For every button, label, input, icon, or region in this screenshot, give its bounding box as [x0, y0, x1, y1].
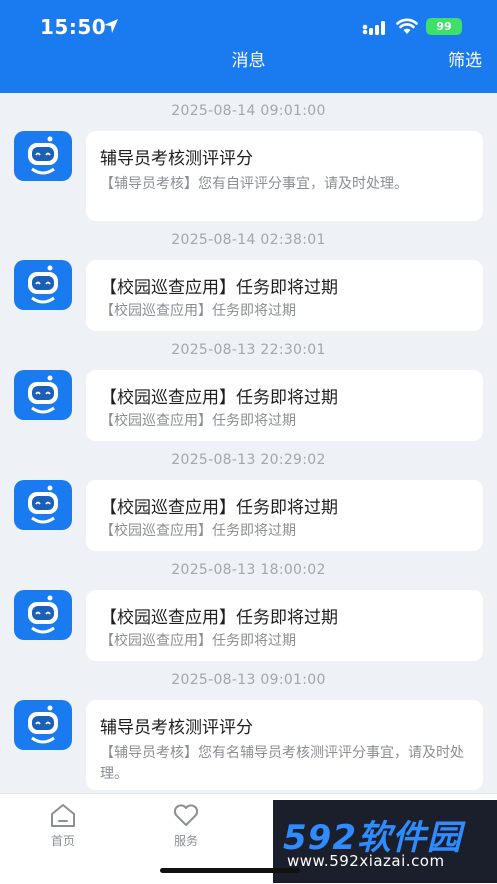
wifi-icon	[396, 18, 418, 34]
robot-avatar-icon	[14, 260, 72, 310]
message-body: 【校园巡查应用】任务即将过期	[100, 523, 296, 539]
battery-level: 99	[436, 20, 452, 33]
message-title: 【校园巡查应用】任务即将过期	[100, 388, 338, 408]
home-indicator	[160, 868, 300, 873]
message-time: 2025-08-14 09:01:00	[171, 103, 326, 119]
tab-label: 服务	[173, 834, 198, 848]
battery-indicator: 99	[426, 18, 462, 35]
message-card[interactable]: 辅导员考核测评评分 【辅导员考核】您有自评评分事宜，请及时处理。	[86, 131, 483, 221]
message-time: 2025-08-13 09:01:00	[171, 672, 326, 688]
robot-avatar-icon	[14, 370, 72, 420]
message-title: 辅导员考核测评评分	[100, 149, 253, 169]
message-card[interactable]: 【校园巡查应用】任务即将过期 【校园巡查应用】任务即将过期	[86, 590, 483, 661]
message-time: 2025-08-13 20:29:02	[171, 452, 326, 468]
page-title: 消息	[231, 51, 266, 71]
message-body: 【辅导员考核】您有自评评分事宜，请及时处理。	[100, 176, 408, 192]
filter-button[interactable]: 筛选	[448, 46, 482, 71]
message-card[interactable]: 【校园巡查应用】任务即将过期 【校园巡查应用】任务即将过期	[86, 370, 483, 441]
robot-avatar-icon	[14, 700, 72, 750]
robot-avatar-icon	[14, 480, 72, 530]
tab-service[interactable]: 服务	[156, 794, 216, 849]
watermark-logo: 592软件园 www.592xiazai.com	[273, 800, 497, 883]
message-body: 【校园巡查应用】任务即将过期	[100, 303, 296, 319]
message-title: 辅导员考核测评评分	[100, 718, 253, 738]
watermark-url: www.592xiazai.com	[287, 852, 445, 870]
message-title: 【校园巡查应用】任务即将过期	[100, 498, 338, 518]
tab-home[interactable]: 首页	[33, 794, 93, 849]
home-icon	[51, 804, 75, 827]
location-arrow-icon	[104, 19, 118, 33]
message-body: 【辅导员考核】您有名辅导员考核测评评分事宜，请及时处理。	[100, 745, 464, 782]
robot-avatar-icon	[14, 590, 72, 640]
heart-icon	[173, 804, 199, 826]
tab-label: 首页	[50, 834, 75, 848]
message-body: 【校园巡查应用】任务即将过期	[100, 413, 296, 429]
message-card[interactable]: 辅导员考核测评评分 【辅导员考核】您有名辅导员考核测评评分事宜，请及时处理。	[86, 700, 483, 790]
cellular-signal-icon	[362, 21, 385, 35]
message-card[interactable]: 【校园巡查应用】任务即将过期 【校园巡查应用】任务即将过期	[86, 480, 483, 551]
header-bar: 15:50 99 消息 筛选	[0, 0, 497, 93]
message-list[interactable]: 2025-08-14 09:01:00 辅导员考核测评评分 【辅导员考核】您有自…	[0, 93, 497, 793]
status-time: 15:50	[40, 15, 107, 39]
message-title: 【校园巡查应用】任务即将过期	[100, 278, 338, 298]
message-time: 2025-08-14 02:38:01	[171, 232, 326, 248]
message-title: 【校园巡查应用】任务即将过期	[100, 608, 338, 628]
robot-avatar-icon	[14, 131, 72, 181]
message-body: 【校园巡查应用】任务即将过期	[100, 633, 296, 649]
message-time: 2025-08-13 22:30:01	[171, 342, 326, 358]
message-card[interactable]: 【校园巡查应用】任务即将过期 【校园巡查应用】任务即将过期	[86, 260, 483, 331]
message-time: 2025-08-13 18:00:02	[171, 562, 326, 578]
